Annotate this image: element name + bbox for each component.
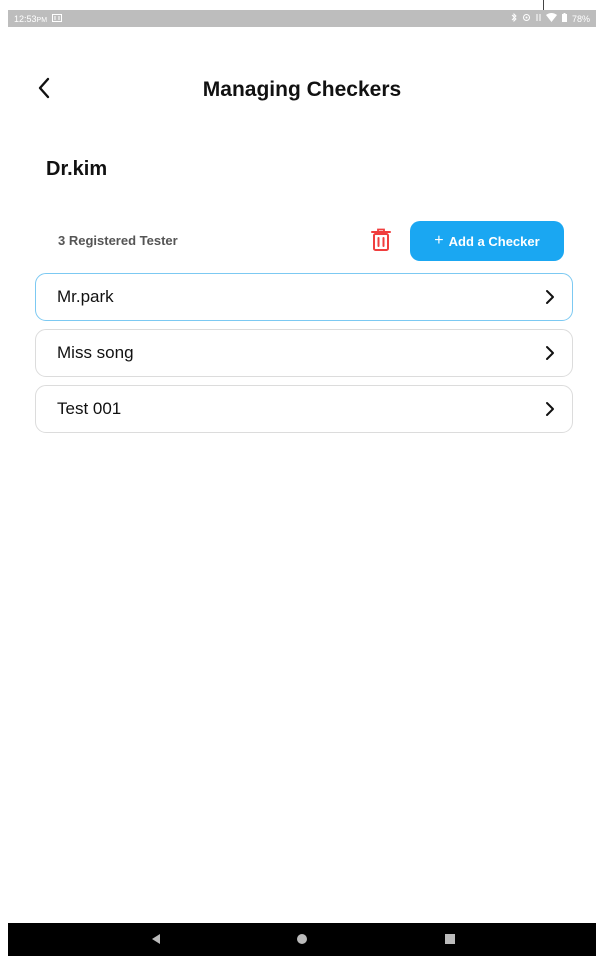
status-left: 12:53PM [14, 13, 63, 24]
add-checker-button[interactable]: + Add a Checker [410, 221, 564, 261]
add-checker-label: Add a Checker [448, 233, 540, 249]
page-title: Managing Checkers [202, 78, 402, 101]
nav-recents-icon[interactable] [445, 934, 455, 944]
top-edge-tick [543, 0, 544, 10]
checker-name: Miss song [57, 343, 134, 362]
status-right: 78% [511, 12, 590, 24]
status-ampm: PM [36, 16, 48, 24]
registered-count: 3 Registered Tester [58, 233, 178, 248]
battery-percent: 78% [571, 13, 590, 24]
system-nav-bar [8, 923, 596, 956]
data-icon [536, 13, 541, 24]
checker-list: Mr.park Miss song Test 001 [35, 273, 573, 441]
bluetooth-icon [511, 12, 517, 24]
sync-icon [522, 13, 531, 24]
checker-row[interactable]: Miss song [35, 329, 573, 377]
notification-icon [52, 13, 63, 24]
nav-back-icon[interactable] [152, 934, 160, 944]
trash-icon [371, 228, 391, 257]
chevron-right-icon [543, 288, 557, 306]
top-edge [8, 0, 596, 10]
checker-toolbar: 3 Registered Tester + Add a Checker [8, 220, 596, 264]
wifi-icon [545, 13, 557, 24]
checker-row[interactable]: Test 001 [35, 385, 573, 433]
delete-button[interactable] [368, 228, 394, 256]
checker-name: Mr.park [57, 287, 114, 306]
header: Managing Checkers [8, 70, 596, 110]
battery-icon [561, 13, 567, 24]
status-bar: 12:53PM 78% [8, 10, 596, 27]
add-plus: + [434, 232, 444, 249]
checker-name: Test 001 [57, 399, 122, 418]
nav-home-icon[interactable] [297, 934, 307, 944]
checker-row[interactable]: Mr.park [35, 273, 573, 321]
owner-name: Dr.kim [46, 158, 108, 180]
chevron-right-icon [543, 400, 557, 418]
status-time-value: 12:53 [14, 13, 37, 24]
app-screen: 12:53PM 78% Managing Checkers Dr.kim 3 R… [8, 0, 596, 956]
chevron-right-icon [543, 344, 557, 362]
status-time: 12:53PM [14, 14, 47, 24]
